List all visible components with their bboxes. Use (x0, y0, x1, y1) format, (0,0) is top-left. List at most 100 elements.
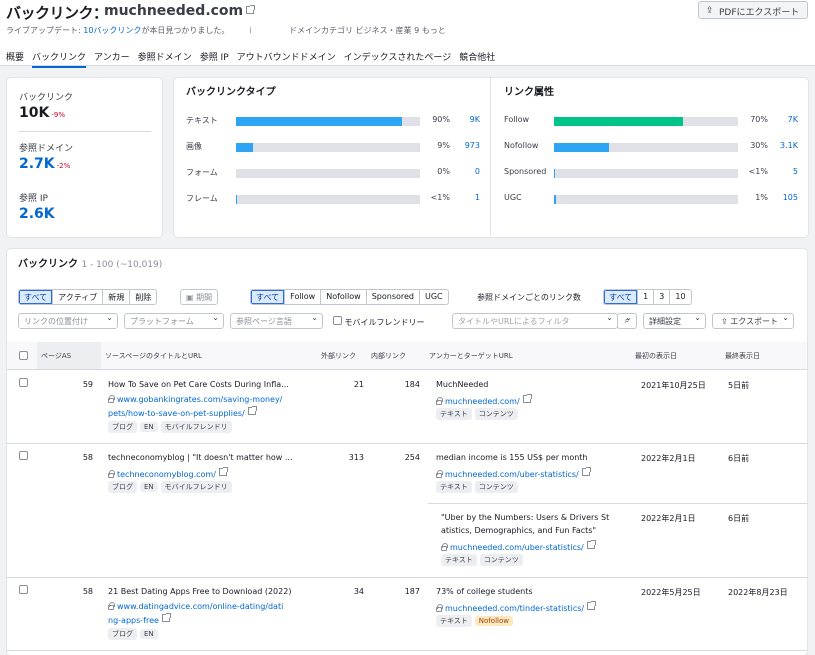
bar-count[interactable]: 105 (772, 193, 798, 202)
export-button[interactable]: ⇪ エクスポート (712, 313, 794, 329)
bar-count[interactable]: 7K (772, 115, 798, 124)
source-tags: ブログ EN モバイルフレンドリ (108, 421, 235, 433)
metric-backlinks-number: 10K (19, 105, 50, 121)
source-url[interactable]: www.datingadvice.com/online-dating/dati (108, 602, 283, 611)
metric-ips-value[interactable]: 2.6K (19, 206, 55, 222)
source-url[interactable]: techneconomyblog.com/ (108, 467, 228, 479)
search-input[interactable]: タイトルやURLによるフィルタ (452, 313, 618, 329)
upload-icon: ⇪ (706, 6, 714, 16)
source-url-cont[interactable]: ng-apps-free (108, 613, 171, 625)
bar-count[interactable]: 5 (772, 167, 798, 176)
type-follow[interactable]: Follow (285, 290, 322, 304)
target-url[interactable]: muchneeded.com/tinder-statistics/ (436, 601, 597, 613)
col-external-links[interactable]: 外部リンク (317, 342, 367, 370)
first-seen: 2022年5月25日 (641, 588, 701, 597)
bar-label: Nofollow (504, 141, 539, 150)
bar-row-link_attributes-1: Nofollow 30% 3.1K (504, 140, 804, 154)
period-button[interactable]: ▣ 期間 (180, 289, 219, 305)
divider (19, 131, 151, 132)
info-icon[interactable]: i (249, 26, 251, 35)
filter-lost[interactable]: 削除 (130, 290, 156, 304)
bar-label: フレーム (186, 194, 218, 203)
tab-outbound-domains[interactable]: アウトバウンドドメイン (237, 50, 336, 68)
external-link-icon (522, 394, 532, 403)
bar-track (236, 143, 420, 152)
external-links: 34 (353, 587, 364, 596)
col-last-seen[interactable]: 最終表示日 (721, 342, 807, 370)
platform-dropdown[interactable]: プラットフォーム (124, 313, 224, 329)
anchor-tag: テキスト (436, 615, 472, 627)
per-domain-1[interactable]: 1 (638, 290, 655, 304)
first-seen: 2022年2月1日 (641, 514, 696, 523)
source-url[interactable]: www.gobankingrates.com/saving-money/ (108, 395, 282, 404)
source-url-text-2: pets/how-to-save-on-pet-supplies/ (108, 409, 245, 418)
bar-label: UGC (504, 193, 522, 202)
type-nofollow[interactable]: Nofollow (321, 290, 367, 304)
domain-category[interactable]: ドメインカテゴリ ビジネス・産業 9 もっと (289, 25, 446, 36)
bar-percent: 90% (432, 115, 450, 124)
mobile-checkbox[interactable] (333, 316, 342, 325)
source-tag: EN (140, 482, 158, 492)
bar-fill (554, 169, 555, 178)
lock-icon (441, 543, 448, 551)
tab-anchors[interactable]: アンカー (94, 50, 130, 68)
tab-overview[interactable]: 概要 (6, 50, 24, 68)
row-checkbox[interactable] (19, 585, 28, 594)
advanced-filter-button[interactable]: 詳細設定 (643, 313, 706, 329)
target-url[interactable]: muchneeded.com/ (436, 394, 532, 406)
filter-new[interactable]: 新規 (103, 290, 131, 304)
internal-links: 254 (404, 453, 420, 462)
per-domain-3[interactable]: 3 (654, 290, 671, 304)
source-tags: ブログ EN (108, 628, 161, 640)
target-url[interactable]: muchneeded.com/uber-statistics/ (436, 467, 591, 479)
tab-backlinks[interactable]: バックリンク (32, 50, 87, 68)
position-dropdown[interactable]: リンクの位置付け (18, 313, 118, 329)
search-button[interactable]: ⌕ (617, 313, 637, 329)
bar-count[interactable]: 0 (454, 167, 480, 176)
source-url-text-2: ng-apps-free (108, 616, 159, 625)
last-seen: 6日前 (728, 514, 750, 523)
page-as: 58 (82, 587, 93, 596)
row-divider (7, 650, 807, 651)
filter-all[interactable]: すべて (19, 290, 54, 304)
bar-track (554, 195, 738, 204)
page-as: 59 (82, 380, 93, 389)
per-domain-10[interactable]: 10 (670, 290, 690, 304)
bar-row-link_attributes-3: UGC 1% 105 (504, 192, 804, 206)
tab-indexed-pages[interactable]: インデックスされたページ (344, 50, 452, 68)
type-sponsored[interactable]: Sponsored (367, 290, 420, 304)
metric-backlinks-value[interactable]: 10K -9% (19, 105, 65, 121)
metric-domains-value[interactable]: 2.7K -2% (19, 156, 70, 172)
per-domain-all[interactable]: すべて (604, 290, 639, 304)
domain-link[interactable]: muchneeded.com (104, 3, 256, 19)
type-all[interactable]: すべて (251, 290, 286, 304)
source-url-cont[interactable]: pets/how-to-save-on-pet-supplies/ (108, 406, 257, 418)
last-seen: 6日前 (728, 454, 750, 463)
bar-count[interactable]: 1 (454, 193, 480, 202)
bar-count[interactable]: 9K (454, 115, 480, 124)
row-checkbox[interactable] (19, 378, 28, 387)
tab-competitors[interactable]: 競合他社 (459, 50, 495, 68)
type-ugc[interactable]: UGC (420, 290, 448, 304)
target-url[interactable]: muchneeded.com/uber-statistics/ (441, 540, 596, 552)
row-checkbox[interactable] (19, 451, 28, 460)
metric-backlinks-change: -9% (51, 111, 65, 119)
col-page-as[interactable]: ページAS (37, 342, 101, 370)
live-update-link[interactable]: 10バックリンク (83, 26, 141, 35)
bar-fill (554, 143, 610, 152)
mobile-filter[interactable]: モバイルフレンドリー (333, 316, 425, 328)
ref-page-dropdown[interactable]: 参照ページ言語 (230, 313, 323, 329)
bar-track (236, 117, 420, 126)
filter-active[interactable]: アクティブ (53, 290, 104, 304)
select-all-checkbox[interactable] (19, 351, 28, 360)
bar-fill (236, 117, 402, 126)
backlink-types-title: バックリンクタイプ (186, 87, 276, 98)
pdf-export-button[interactable]: ⇪ PDFにエクスポート (698, 1, 808, 19)
bar-count[interactable]: 973 (454, 141, 480, 150)
tab-referring-domains[interactable]: 参照ドメイン (138, 50, 192, 68)
tab-referring-ips[interactable]: 参照 IP (200, 50, 229, 68)
col-internal-links[interactable]: 内部リンク (367, 342, 425, 370)
target-url-text: muchneeded.com/uber-statistics/ (445, 470, 579, 479)
bar-count[interactable]: 3.1K (772, 141, 798, 150)
col-first-seen[interactable]: 最初の表示日 (631, 342, 721, 370)
